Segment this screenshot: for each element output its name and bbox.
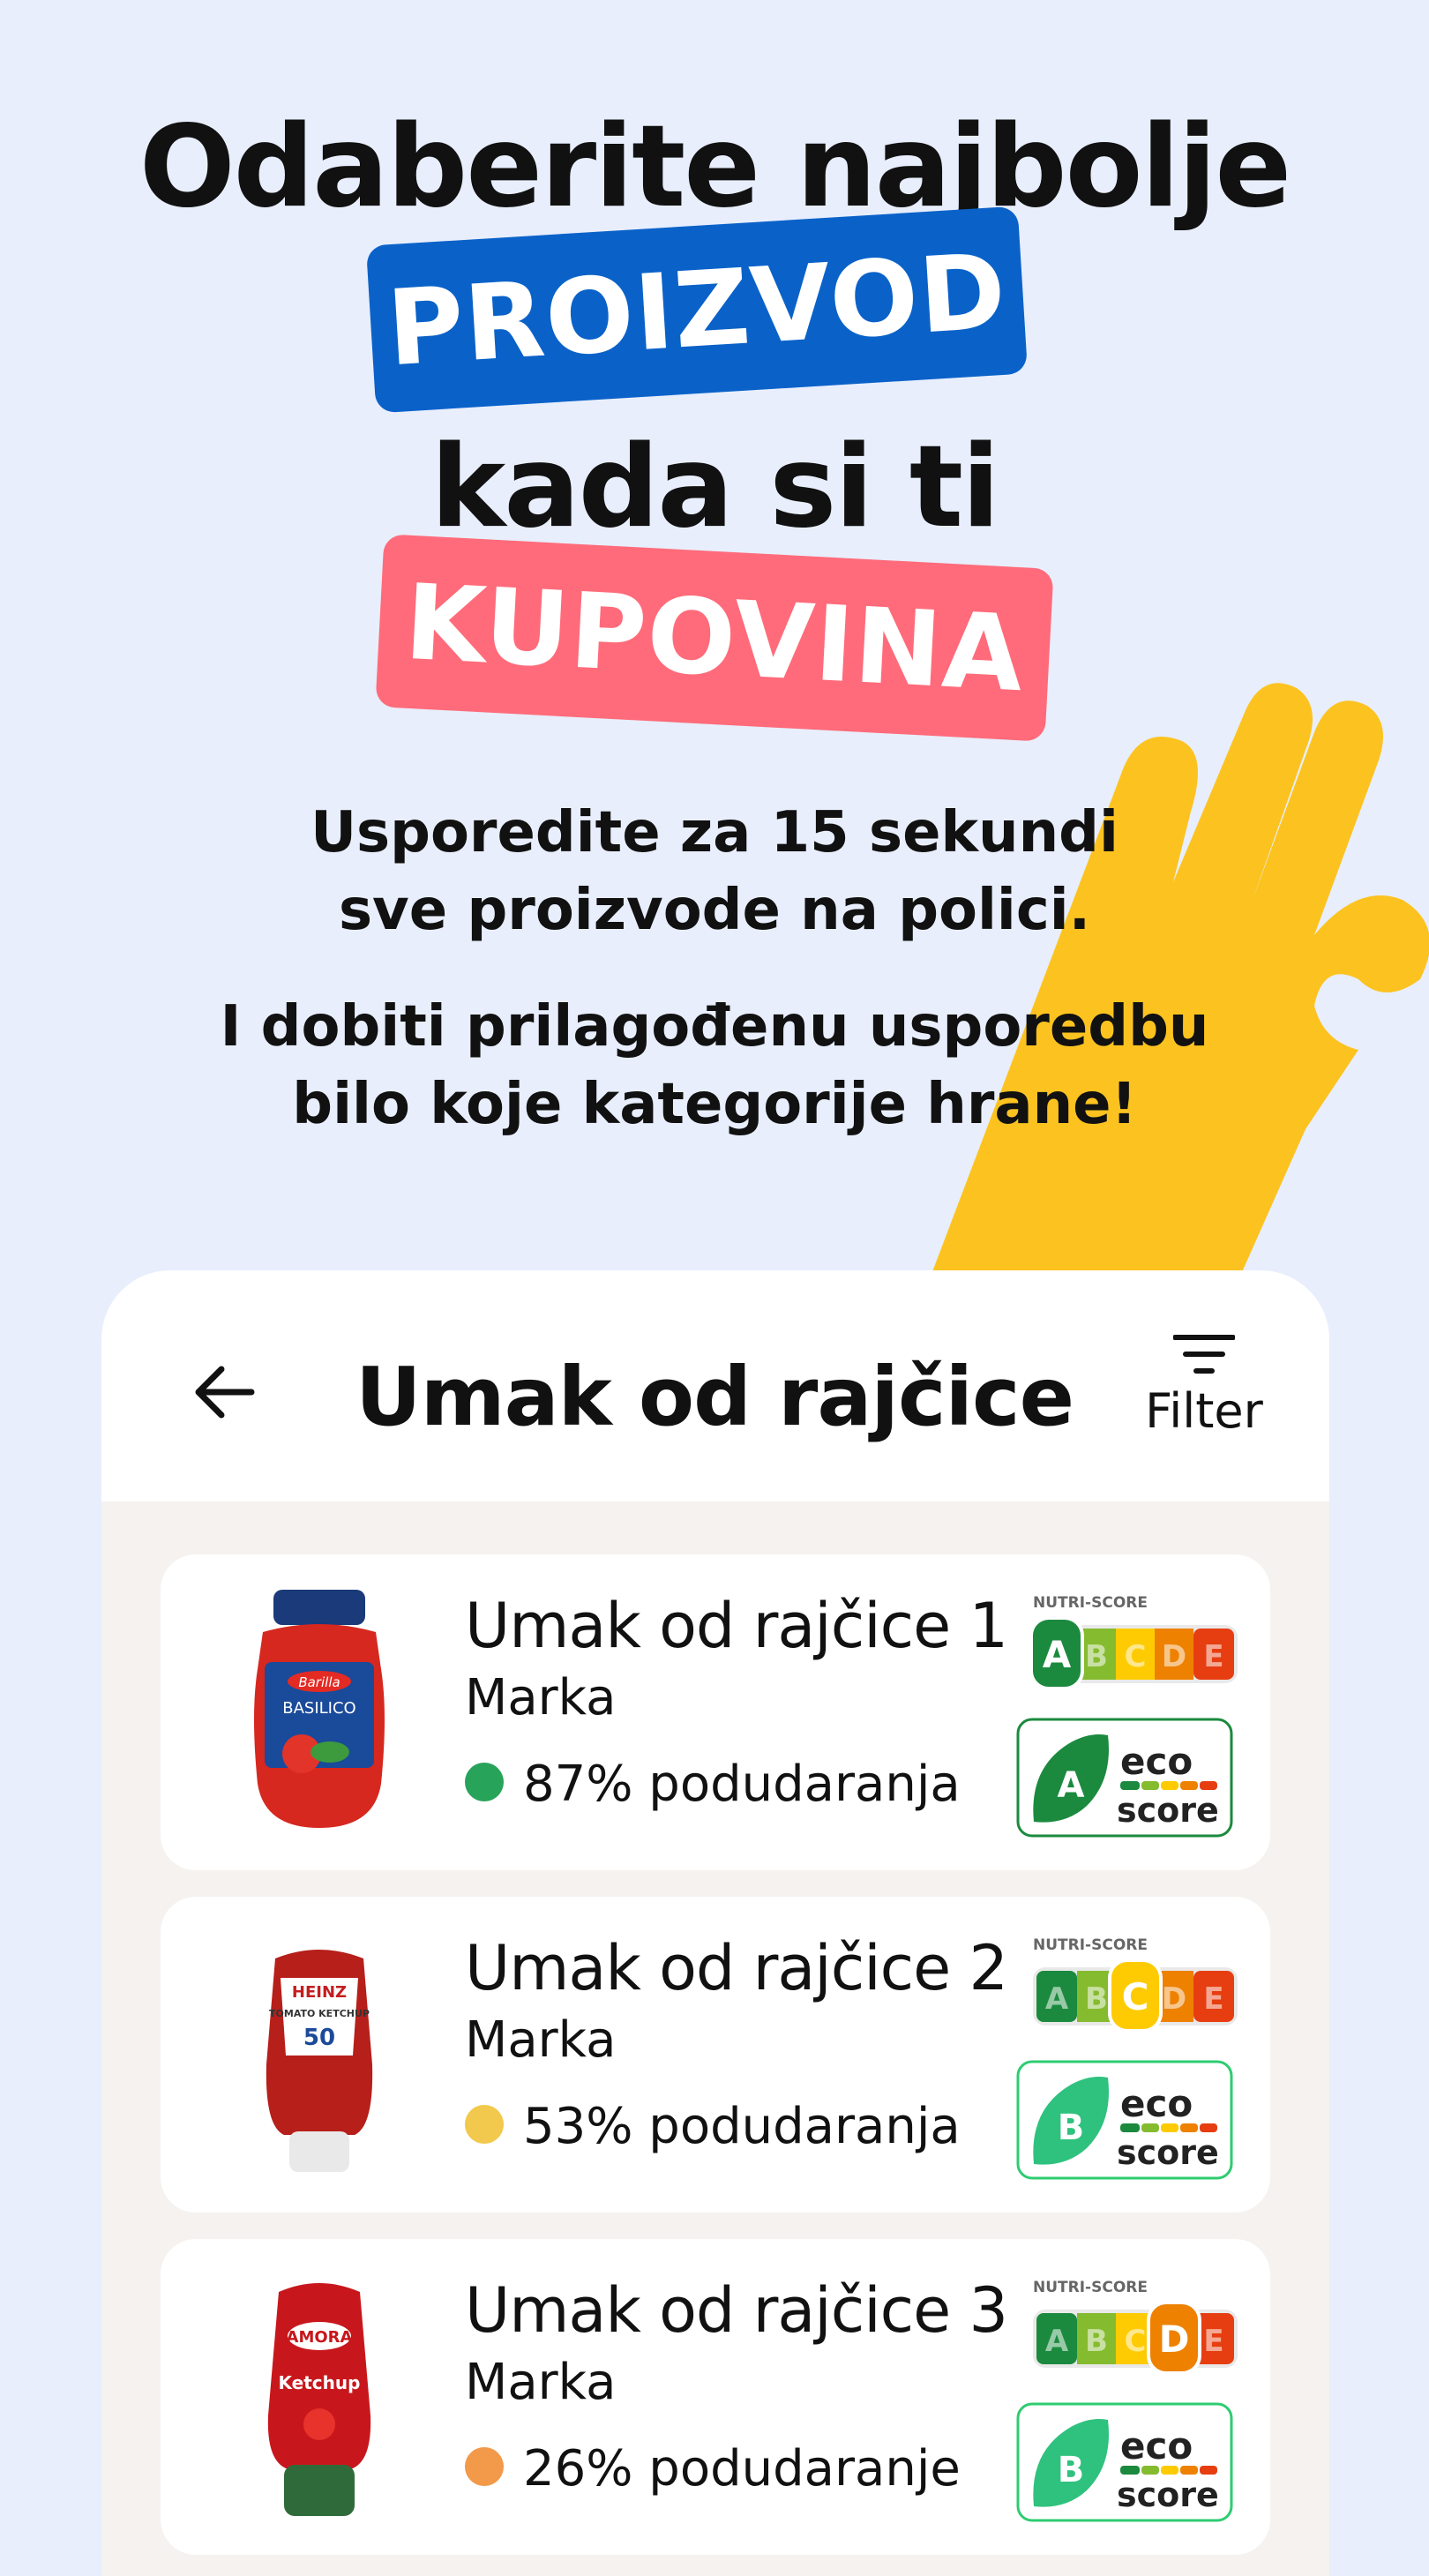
product-brand: Marka: [465, 2354, 617, 2411]
svg-text:A: A: [1045, 1981, 1069, 2017]
svg-text:E: E: [1203, 2324, 1223, 2359]
eco-label-bottom: score: [1117, 2133, 1219, 2172]
match-text: 53% podudaranja: [523, 2098, 961, 2155]
filter-label: Filter: [1145, 1383, 1263, 1439]
svg-text:E: E: [1203, 1639, 1223, 1674]
eco-label-top: eco: [1120, 1740, 1193, 1783]
hand-illustration: [926, 683, 1429, 1288]
nutri-score-title: NUTRI-SCORE: [1033, 1594, 1148, 1612]
product-name: Umak od rajčice 1: [465, 1590, 1008, 1662]
bottle-brand-text: HEINZ: [292, 1983, 347, 2002]
svg-text:A: A: [1043, 1633, 1072, 1676]
nutri-score-badge: NUTRI-SCORE A B C D E: [1033, 2279, 1238, 2375]
svg-text:D: D: [1162, 1639, 1186, 1674]
svg-text:50: 50: [303, 2025, 335, 2051]
nutri-score-title: NUTRI-SCORE: [1033, 1936, 1148, 1954]
nutri-score-title: NUTRI-SCORE: [1033, 2279, 1148, 2296]
product-name: Umak od rajčice 2: [465, 1932, 1008, 2004]
highlight-shopping-pill: KUPOVINA: [375, 534, 1054, 742]
product-list-item[interactable]: Barilla BASILICO Umak od rajčice 1 Marka…: [161, 1554, 1270, 1870]
match-percentage: 87% podudaranja: [465, 1756, 961, 1813]
eco-score-badge: B eco score: [1016, 2402, 1233, 2522]
bottle-brand-text: AMORA: [287, 2328, 353, 2347]
svg-text:C: C: [1125, 1639, 1147, 1674]
svg-text:C: C: [1125, 2324, 1147, 2359]
svg-text:B: B: [1085, 1981, 1108, 2017]
product-list-item[interactable]: AMORA Ketchup Umak od rajčice 3 Marka 26…: [161, 2239, 1270, 2555]
subtitle-compare-line-1: Usporedite za 15 sekundi: [310, 800, 1119, 865]
subtitle-compare-line-2: sve proizvode na polici.: [338, 878, 1091, 943]
back-arrow-icon[interactable]: [190, 1357, 260, 1427]
filter-icon: [1173, 1335, 1235, 1374]
svg-text:A: A: [1058, 1765, 1085, 1806]
product-image-squeeze-bottle: HEINZ TOMATO KETCHUP 50: [266, 1950, 373, 2172]
product-name: Umak od rajčice 3: [465, 2274, 1008, 2347]
match-percentage: 26% podudaranje: [465, 2440, 961, 2497]
hero-section: Odaberite najbolje PROIZVOD kada si ti K…: [0, 0, 1429, 1288]
match-percentage: 53% podudaranja: [465, 2098, 961, 2155]
app-header: Umak od rajčice Filter: [101, 1270, 1329, 1501]
filter-button[interactable]: Filter: [1125, 1332, 1283, 1464]
svg-text:B: B: [1085, 2324, 1108, 2359]
eco-label-bottom: score: [1117, 2475, 1219, 2514]
eco-label-top: eco: [1120, 2424, 1193, 2467]
jar-brand-text: Barilla: [298, 1674, 340, 1690]
eco-label-bottom: score: [1117, 1791, 1219, 1830]
nutri-score-badge: NUTRI-SCORE A B C D E: [1029, 1594, 1238, 1690]
bottle-label-text: Ketchup: [279, 2372, 361, 2393]
product-list-item[interactable]: HEINZ TOMATO KETCHUP 50 Umak od rajčice …: [161, 1897, 1270, 2213]
highlight-product-pill: PROIZVOD: [365, 206, 1029, 414]
svg-text:B: B: [1058, 2108, 1085, 2148]
jar-label-text: BASILICO: [282, 1699, 355, 1718]
headline-line-3: kada si ti: [430, 422, 1000, 553]
eco-label-top: eco: [1120, 2082, 1193, 2125]
bottle-label-text: TOMATO KETCHUP: [269, 2008, 370, 2019]
svg-text:B: B: [1058, 2450, 1085, 2490]
match-indicator-dot: [465, 1762, 504, 1801]
match-indicator-dot: [465, 2104, 504, 2144]
svg-text:E: E: [1203, 1981, 1223, 2017]
product-image-jar: Barilla BASILICO: [254, 1590, 385, 1828]
headline-line-1: Odaberite najbolje: [138, 101, 1291, 233]
svg-text:D: D: [1159, 2318, 1190, 2361]
match-indicator-dot: [465, 2446, 504, 2486]
product-brand: Marka: [465, 2011, 617, 2069]
svg-text:B: B: [1085, 1639, 1108, 1674]
product-brand: Marka: [465, 1669, 617, 1726]
product-image-squeeze-bottle: AMORA Ketchup: [267, 2283, 371, 2516]
nutri-score-badge: NUTRI-SCORE A B C D E: [1033, 1936, 1238, 2033]
subtitle-custom-line-2: bilo koje kategorije hrane!: [292, 1072, 1137, 1137]
svg-text:C: C: [1122, 1975, 1149, 2018]
match-text: 87% podudaranja: [523, 1756, 961, 1813]
svg-text:D: D: [1162, 1981, 1186, 2017]
page-title: Umak od rajčice: [355, 1350, 1074, 1444]
eco-score-badge: B eco score: [1016, 2060, 1233, 2180]
subtitle-custom-line-1: I dobiti prilagođenu usporedbu: [220, 994, 1209, 1060]
eco-score-badge: A eco score: [1016, 1718, 1233, 1838]
subtitle-custom: I dobiti prilagođenu usporedbu bilo koje…: [0, 988, 1429, 1143]
subtitle-compare: Usporedite za 15 sekundi sve proizvode n…: [0, 794, 1429, 949]
product-list-card: Umak od rajčice Filter Barilla BASILICO …: [101, 1270, 1329, 2576]
match-text: 26% podudaranje: [523, 2440, 961, 2497]
svg-text:A: A: [1045, 2324, 1069, 2359]
